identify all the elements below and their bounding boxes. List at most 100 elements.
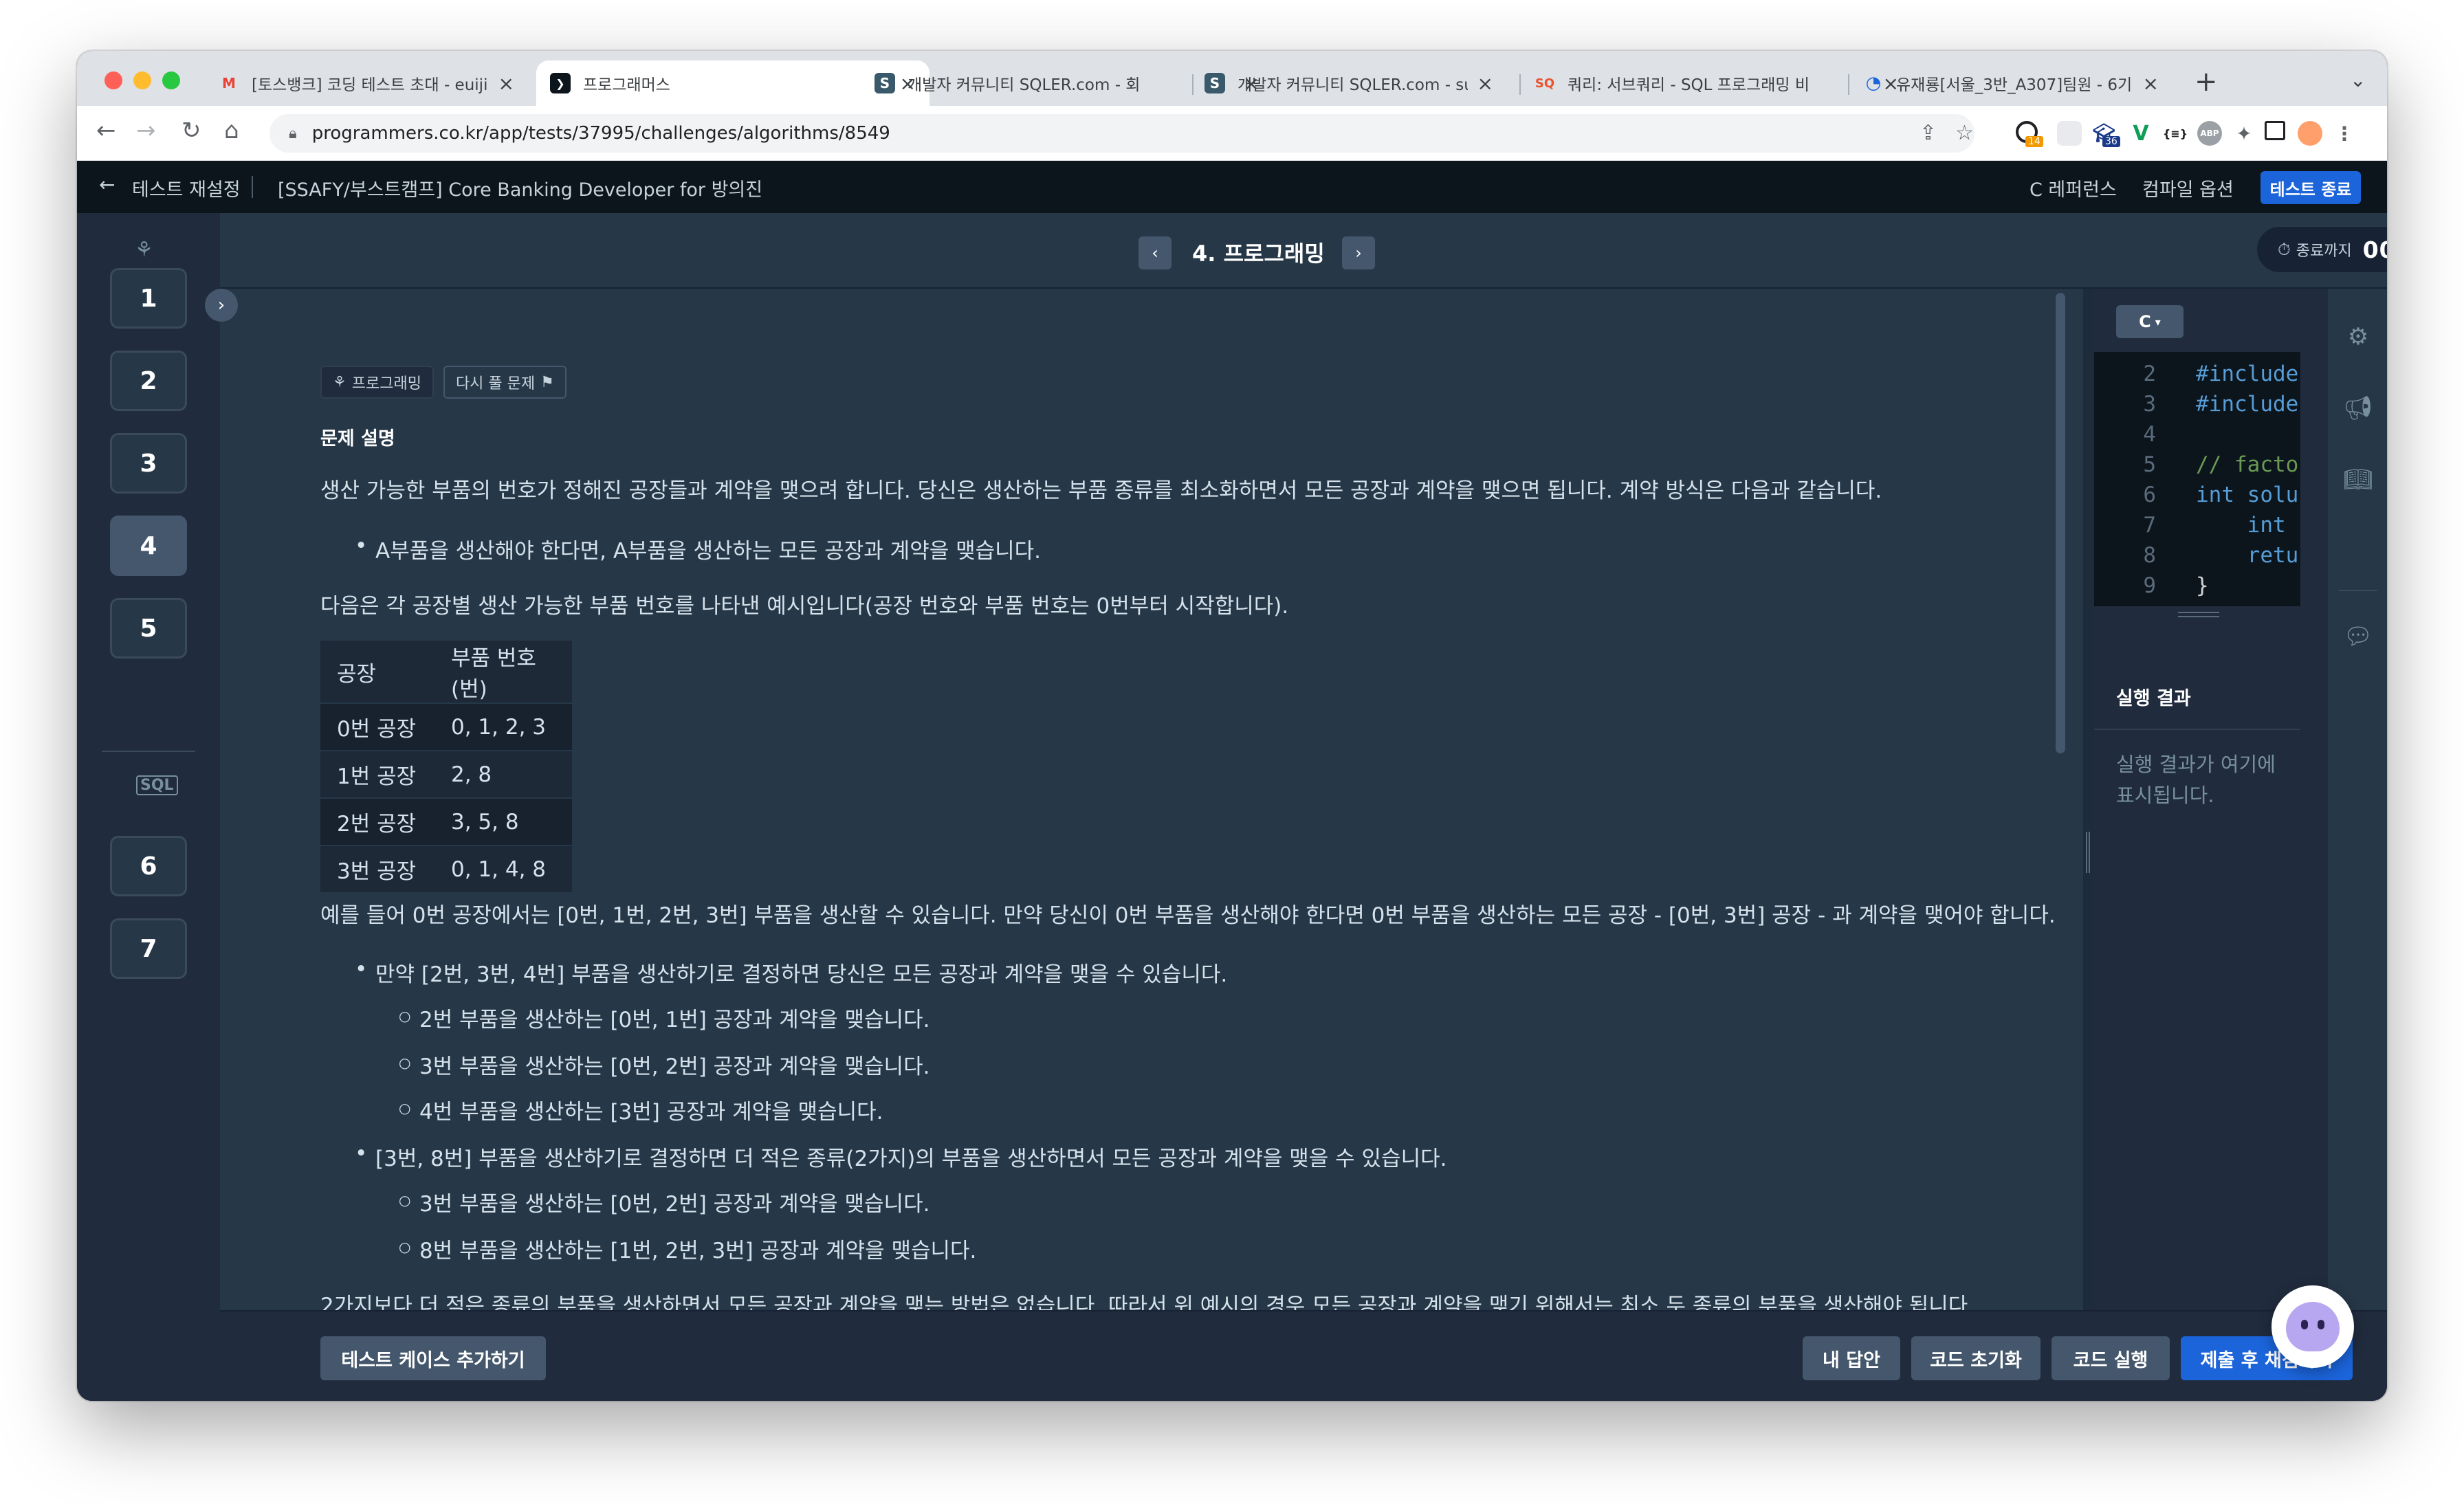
eye (2318, 1320, 2324, 1329)
gmail-icon: M (222, 75, 236, 91)
sub-list-item: 3번 부품을 생산하는 [0번, 2번] 공장과 계약을 맺습니다. (399, 1049, 930, 1080)
programmers-icon: ❯ (550, 73, 571, 93)
close-icon[interactable]: × (1477, 72, 1493, 95)
tab-team[interactable]: ◔ 유재룡[서울_3반_A307]팀원 - 6기 × (1849, 60, 2172, 106)
extension-2-icon[interactable] (2057, 121, 2082, 146)
paragraph: 예를 들어 0번 공장에서는 [0번, 1번, 2번, 3번] 부품을 생산할 … (320, 903, 2056, 928)
table-header-row: 공장 부품 번호(번) (320, 641, 572, 704)
reset-test-link[interactable]: 테스트 재설정 (132, 175, 241, 201)
end-test-button[interactable]: 테스트 종료 (2260, 171, 2361, 204)
tab-gmail[interactable]: M [토스뱅크] 코딩 테스트 초대 - euijin × (205, 60, 528, 106)
eye (2301, 1320, 2308, 1329)
home-icon[interactable]: ⌂ (224, 117, 239, 144)
zoom-window-button[interactable] (162, 71, 180, 89)
my-answer-button[interactable]: 내 답안 (1803, 1336, 1900, 1380)
result-title: 실행 결과 (2116, 688, 2191, 709)
more-menu-icon[interactable]: ⋮ (2332, 121, 2357, 146)
parts-table: 공장 부품 번호(번) 0번 공장 0, 1, 2, 3 1번 공장 2, 8 … (320, 641, 572, 894)
vue-devtools-icon[interactable]: V (2128, 121, 2153, 146)
puzzle-icon[interactable]: ✦ (2232, 121, 2256, 146)
flag-icon: ⚑ (540, 373, 554, 391)
table-header: 부품 번호(번) (434, 641, 572, 704)
question-6-button[interactable]: 6 (110, 836, 187, 896)
result-output: 실행 결과가 여기에 표시됩니다. (2116, 753, 2276, 807)
expand-sidebar-button[interactable]: › (205, 289, 238, 322)
sql-icon: SQL (136, 775, 178, 795)
add-testcase-button[interactable]: 테스트 케이스 추가하기 (320, 1336, 546, 1380)
new-tab-button[interactable]: + (2194, 66, 2218, 98)
c-reference-link[interactable]: C 레퍼런스 (2030, 175, 2117, 201)
code-line: retu (2196, 543, 2299, 568)
problem-scrollbar[interactable] (2056, 293, 2065, 753)
run-code-button[interactable]: 코드 실행 (2052, 1336, 2170, 1380)
chatbot-button[interactable] (2272, 1285, 2354, 1368)
timer-icon: ◔ (1865, 73, 1882, 93)
test-header: ← 테스트 재설정 [SSAFY/부스트캠프] Core Banking Dev… (77, 161, 2387, 213)
close-window-button[interactable] (104, 71, 122, 89)
question-title: 4. 프로그래밍 (1192, 241, 1325, 267)
close-icon[interactable]: × (498, 72, 514, 95)
question-2-button[interactable]: 2 (110, 351, 187, 411)
type-badge: ⚘ 프로그래밍 (320, 366, 434, 399)
tab-search-icon[interactable]: ⌄ (2350, 69, 2366, 91)
timer: ⏱︎ 종료까지 00:21:07 (2257, 227, 2387, 272)
minimize-window-button[interactable] (133, 71, 151, 89)
reset-code-button[interactable]: 코드 초기화 (1911, 1336, 2040, 1380)
avatar[interactable] (2298, 121, 2322, 146)
gear-icon[interactable]: ⚙ (2343, 323, 2373, 351)
question-1-button[interactable]: 1 (110, 268, 187, 329)
question-4-button[interactable]: 4 (110, 516, 187, 576)
close-icon[interactable]: × (2143, 72, 2159, 95)
line-number: 9 (2143, 573, 2156, 598)
section-title: 문제 설명 (320, 428, 395, 450)
back-icon[interactable]: ← (96, 117, 116, 144)
reload-icon[interactable]: ↻ (182, 117, 201, 144)
editor-resize-handle[interactable] (2178, 612, 2219, 617)
sub-list-item: 4번 부품을 생산하는 [3번] 공장과 계약을 맺습니다. (399, 1094, 883, 1125)
divider (102, 751, 195, 752)
browser-window: M [토스뱅크] 코딩 테스트 초대 - euijin × ❯ 프로그래머스 ×… (77, 51, 2387, 1401)
sidebar-toggle-icon[interactable] (2265, 121, 2285, 140)
prev-question-button[interactable]: ‹ (1138, 236, 1172, 269)
programming-icon: ⚘ (135, 238, 153, 262)
share-icon[interactable]: ⇪ (1920, 121, 1937, 145)
chat-icon[interactable]: 💬︎ (2343, 623, 2373, 650)
question-bar: ‹ 4. 프로그래밍 › ⏱︎ 종료까지 00:21:07 (220, 213, 2387, 289)
pane-resize-handle[interactable] (2083, 289, 2094, 1310)
list-item: A부품을 생산해야 한다면, A부품을 생산하는 모든 공장과 계약을 맺습니다… (355, 533, 1041, 564)
book-icon[interactable]: 📖︎ (2343, 466, 2373, 494)
code-line: #include (2196, 362, 2299, 386)
compile-options-link[interactable]: 컴파일 옵션 (2142, 175, 2234, 201)
adblock-icon[interactable]: ABP (2197, 121, 2222, 146)
paragraph: 생산 가능한 부품의 번호가 정해진 공장들과 계약을 맺으려 합니다. 당신은… (320, 478, 1882, 503)
code-editor[interactable]: 2 #include 3 #include 4 5 // facto 6 int… (2094, 352, 2300, 606)
sub-list-item: 3번 부품을 생산하는 [0번, 2번] 공장과 계약을 맺습니다. (399, 1186, 930, 1217)
json-viewer-icon[interactable]: {≡} (2163, 121, 2188, 146)
line-number: 7 (2143, 513, 2156, 538)
table-cell: 0, 1, 4, 8 (434, 845, 572, 894)
sub-list-item: 2번 부품을 생산하는 [0번, 1번] 공장과 계약을 맺습니다. (399, 1002, 930, 1033)
next-question-button[interactable]: › (1342, 236, 1375, 269)
language-select[interactable]: C ▾ (2116, 305, 2184, 338)
line-number: 5 (2143, 452, 2156, 477)
question-7-button[interactable]: 7 (110, 918, 187, 979)
tab-strip: M [토스뱅크] 코딩 테스트 초대 - euijin × ❯ 프로그래머스 ×… (77, 51, 2387, 106)
list-item: 만약 [2번, 3번, 4번] 부품을 생산하기로 결정하면 당신은 모든 공장… (355, 957, 1227, 988)
review-later-button[interactable]: 다시 풀 문제 ⚑ (443, 366, 566, 399)
forward-icon[interactable]: → (136, 117, 156, 144)
question-5-button[interactable]: 5 (110, 598, 187, 659)
arrow-left-icon[interactable]: ← (99, 173, 115, 196)
question-sidebar: ⚘ 1 2 3 4 5 SQL 6 7 (77, 213, 220, 1401)
divider (2094, 729, 2300, 730)
table-cell: 3, 5, 8 (434, 798, 572, 846)
megaphone-icon[interactable]: 📢︎ (2343, 395, 2373, 422)
tab-sqler-2[interactable]: S 개발자 커뮤니티 SQLER.com - su × (1191, 60, 1507, 106)
bookmark-star-icon[interactable]: ☆ (1955, 121, 1974, 145)
paragraph: 2가지보다 더 적은 종류의 부품을 생산하면서 모든 공장과 계약을 맺는 방… (320, 1294, 1975, 1310)
sqler-icon: S (1204, 73, 1225, 93)
question-3-button[interactable]: 3 (110, 433, 187, 494)
line-number: 4 (2143, 422, 2156, 447)
code-line: // facto (2196, 452, 2299, 477)
table-row: 2번 공장 3, 5, 8 (320, 798, 572, 846)
address-bar[interactable]: 🔒︎ programmers.co.kr/app/tests/37995/cha… (270, 114, 1974, 153)
